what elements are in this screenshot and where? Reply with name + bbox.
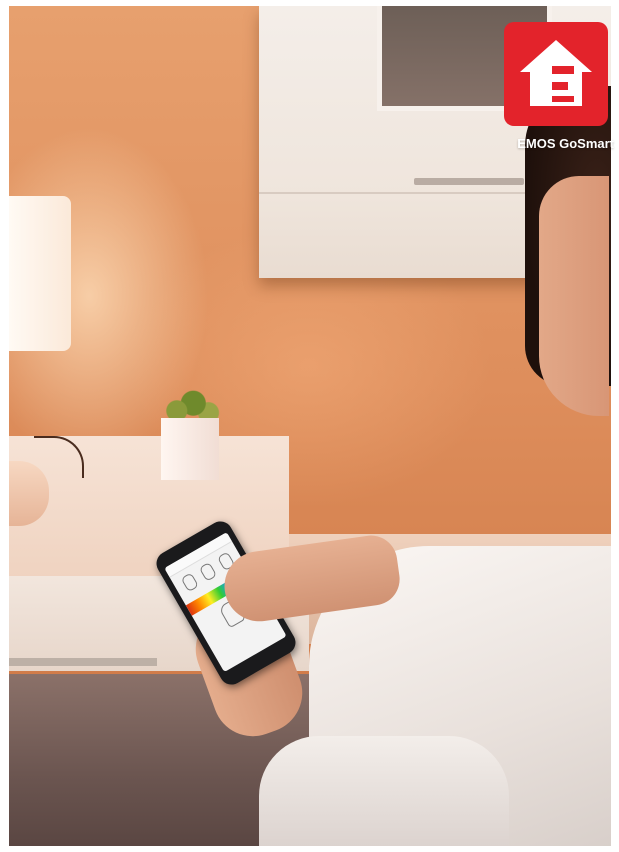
- app-icon: [180, 572, 199, 593]
- house-e-logo-icon: [520, 40, 592, 106]
- woman-face: [539, 176, 609, 416]
- lamp-shade: [9, 196, 71, 351]
- plant-pot: [161, 418, 219, 480]
- woman-arm: [259, 736, 509, 846]
- cabinet-handle: [414, 178, 524, 185]
- nightstand-handle: [9, 658, 157, 666]
- emos-logo: [504, 22, 608, 126]
- photo-scene: [9, 6, 611, 846]
- app-icon: [198, 561, 218, 582]
- brand-name: EMOS GoSmart: [517, 136, 614, 151]
